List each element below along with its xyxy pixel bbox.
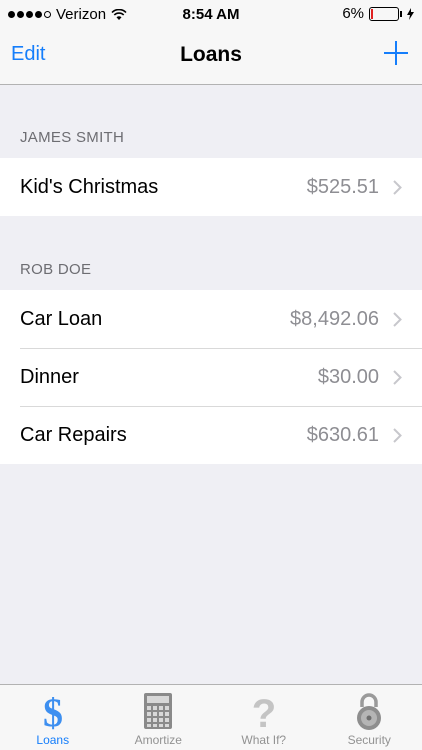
charging-bolt-icon <box>407 7 414 20</box>
add-loan-button[interactable] <box>383 40 409 66</box>
status-bar: Verizon 8:54 AM 6% <box>0 0 422 30</box>
loan-amount: $8,492.06 <box>290 307 379 330</box>
chevron-right-icon <box>393 427 402 443</box>
loan-title: Car Loan <box>20 307 103 330</box>
loan-title: Kid's Christmas <box>20 175 159 198</box>
svg-text:$: $ <box>43 691 63 731</box>
tab-label: What If? <box>241 733 287 747</box>
section-header-james-smith: JAMES SMITH <box>20 129 125 146</box>
loan-amount: $525.51 <box>306 175 379 198</box>
loan-amount: $30.00 <box>317 365 379 388</box>
navigation-bar: Edit Loans <box>0 30 422 85</box>
tab-what-if[interactable]: ? What If? <box>211 685 317 750</box>
loan-row-kids-christmas[interactable]: Kid's Christmas $525.51 <box>0 158 422 216</box>
loan-title: Dinner <box>20 365 79 388</box>
battery-percent: 6% <box>342 5 364 22</box>
loan-title: Car Repairs <box>20 423 127 446</box>
loan-group-rob-doe: Car Loan $8,492.06 Dinner $30.00 Car Rep… <box>0 290 422 464</box>
loan-row-car-loan[interactable]: Car Loan $8,492.06 <box>0 290 422 348</box>
page-title: Loans <box>180 43 242 66</box>
loan-amount: $630.61 <box>306 423 379 446</box>
chevron-right-icon <box>393 311 402 327</box>
chevron-right-icon <box>393 369 402 385</box>
tab-label: Amortize <box>134 733 182 747</box>
chevron-right-icon <box>393 179 402 195</box>
tab-loans[interactable]: $ Loans <box>0 685 106 750</box>
svg-text:?: ? <box>252 692 276 731</box>
loan-group-james-smith: Kid's Christmas $525.51 <box>0 158 422 216</box>
tab-security[interactable]: Security <box>317 685 422 750</box>
dollar-icon: $ <box>43 691 63 731</box>
question-icon: ? <box>252 692 276 731</box>
section-header-rob-doe: ROB DOE <box>20 261 92 278</box>
calculator-icon <box>144 693 173 729</box>
tab-label: Loans <box>36 733 70 747</box>
loan-row-car-repairs[interactable]: Car Repairs $630.61 <box>0 406 422 464</box>
padlock-icon <box>357 693 382 730</box>
loan-row-dinner[interactable]: Dinner $30.00 <box>0 348 422 406</box>
tab-label: Security <box>347 733 391 747</box>
battery-status: 6% <box>342 5 414 22</box>
battery-icon <box>369 6 399 21</box>
tab-amortize[interactable]: Amortize <box>106 685 212 750</box>
tab-bar: $ Loans Amortize ? What If? Security <box>0 684 422 750</box>
